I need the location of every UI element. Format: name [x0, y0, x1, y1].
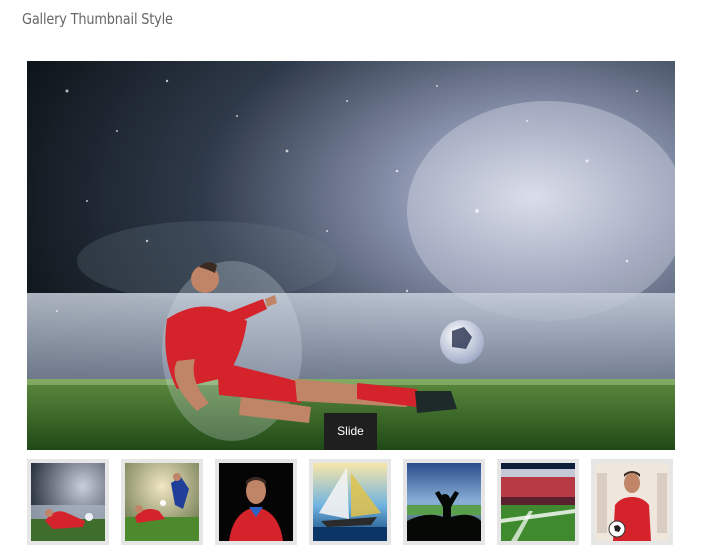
- page-title: Gallery Thumbnail Style: [22, 10, 173, 28]
- thumb-stadium-fan[interactable]: [403, 459, 485, 545]
- thumb-man-red-shirt[interactable]: [215, 459, 297, 545]
- thumb-soccer-players[interactable]: [121, 459, 203, 545]
- thumb-soccer-slide-tackle[interactable]: [27, 459, 109, 545]
- slide-caption: Slide: [324, 413, 377, 450]
- thumbnail-strip: [27, 459, 675, 545]
- thumb-player-with-ball[interactable]: [591, 459, 673, 545]
- thumb-stadium-field[interactable]: [497, 459, 579, 545]
- main-slide-image[interactable]: [27, 61, 675, 450]
- thumb-sailboat[interactable]: [309, 459, 391, 545]
